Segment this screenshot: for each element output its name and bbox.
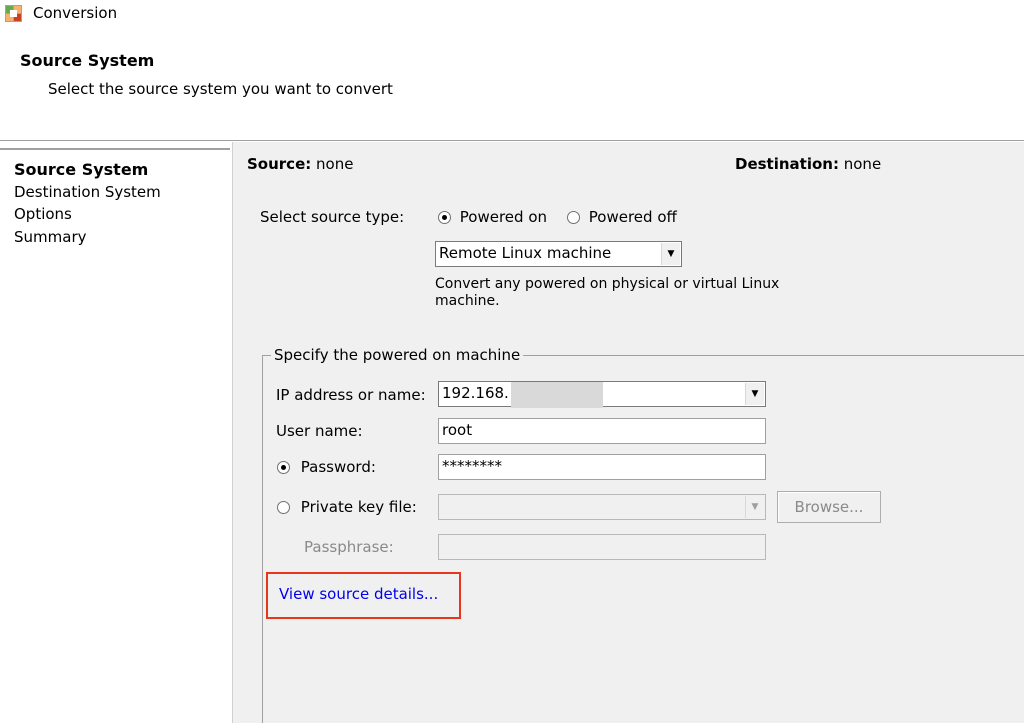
chevron-down-icon[interactable]: ▼ [745, 383, 764, 405]
source-value: none [316, 155, 354, 173]
chevron-down-icon[interactable]: ▼ [661, 243, 680, 265]
radio-powered-off-indicator[interactable] [567, 211, 580, 224]
destination-summary: Destination: none [735, 155, 881, 173]
radio-powered-off-label: Powered off [588, 208, 677, 226]
nav-item-summary[interactable]: Summary [14, 228, 87, 246]
nav-item-destination-system[interactable]: Destination System [14, 183, 161, 201]
passphrase-input[interactable] [438, 534, 766, 560]
passphrase-label: Passphrase: [304, 538, 394, 556]
password-label: Password: [300, 458, 376, 476]
page-title: Source System [20, 51, 155, 70]
radio-private-key[interactable]: Private key file: [277, 498, 417, 516]
highlight-box [266, 572, 461, 619]
destination-label: Destination: [735, 155, 839, 173]
radio-password-indicator[interactable] [277, 461, 290, 474]
conversion-app-icon [5, 5, 22, 22]
private-key-combo[interactable]: ▼ [438, 494, 766, 520]
source-label: Source: [247, 155, 312, 173]
username-input[interactable]: root [438, 418, 766, 444]
window-title: Conversion [33, 4, 118, 22]
machine-type-value: Remote Linux machine [439, 244, 612, 262]
description-line-1: Convert any powered on physical or virtu… [435, 276, 780, 292]
username-label: User name: [276, 422, 363, 440]
redacted-region [511, 382, 603, 408]
radio-powered-on-label: Powered on [459, 208, 548, 226]
radio-private-key-indicator[interactable] [277, 501, 290, 514]
ip-label: IP address or name: [276, 386, 426, 404]
source-summary: Source: none [247, 155, 353, 173]
radio-powered-on-indicator[interactable] [438, 211, 451, 224]
source-type-description: Convert any powered on physical or virtu… [435, 276, 779, 310]
ip-address-value: 192.168. [442, 384, 509, 402]
nav-item-source-system[interactable]: Source System [14, 160, 148, 179]
radio-powered-on[interactable]: Powered on [438, 208, 547, 226]
machine-type-select[interactable]: Remote Linux machine ▼ [435, 241, 682, 267]
page-subtitle: Select the source system you want to con… [48, 80, 393, 98]
destination-value: none [843, 155, 882, 173]
nav-item-options[interactable]: Options [14, 205, 72, 223]
radio-password[interactable]: Password: [277, 458, 376, 476]
chevron-down-icon[interactable]: ▼ [745, 496, 764, 518]
source-type-label: Select source type: [260, 208, 405, 226]
radio-powered-off[interactable]: Powered off [567, 208, 677, 226]
private-key-label: Private key file: [300, 498, 417, 516]
password-input[interactable]: ******** [438, 454, 766, 480]
description-line-2: machine. [435, 293, 500, 309]
wizard-steps-nav: Source System Destination System Options… [0, 148, 230, 725]
browse-button[interactable]: Browse... [777, 491, 881, 523]
group-legend: Specify the powered on machine [271, 346, 524, 364]
